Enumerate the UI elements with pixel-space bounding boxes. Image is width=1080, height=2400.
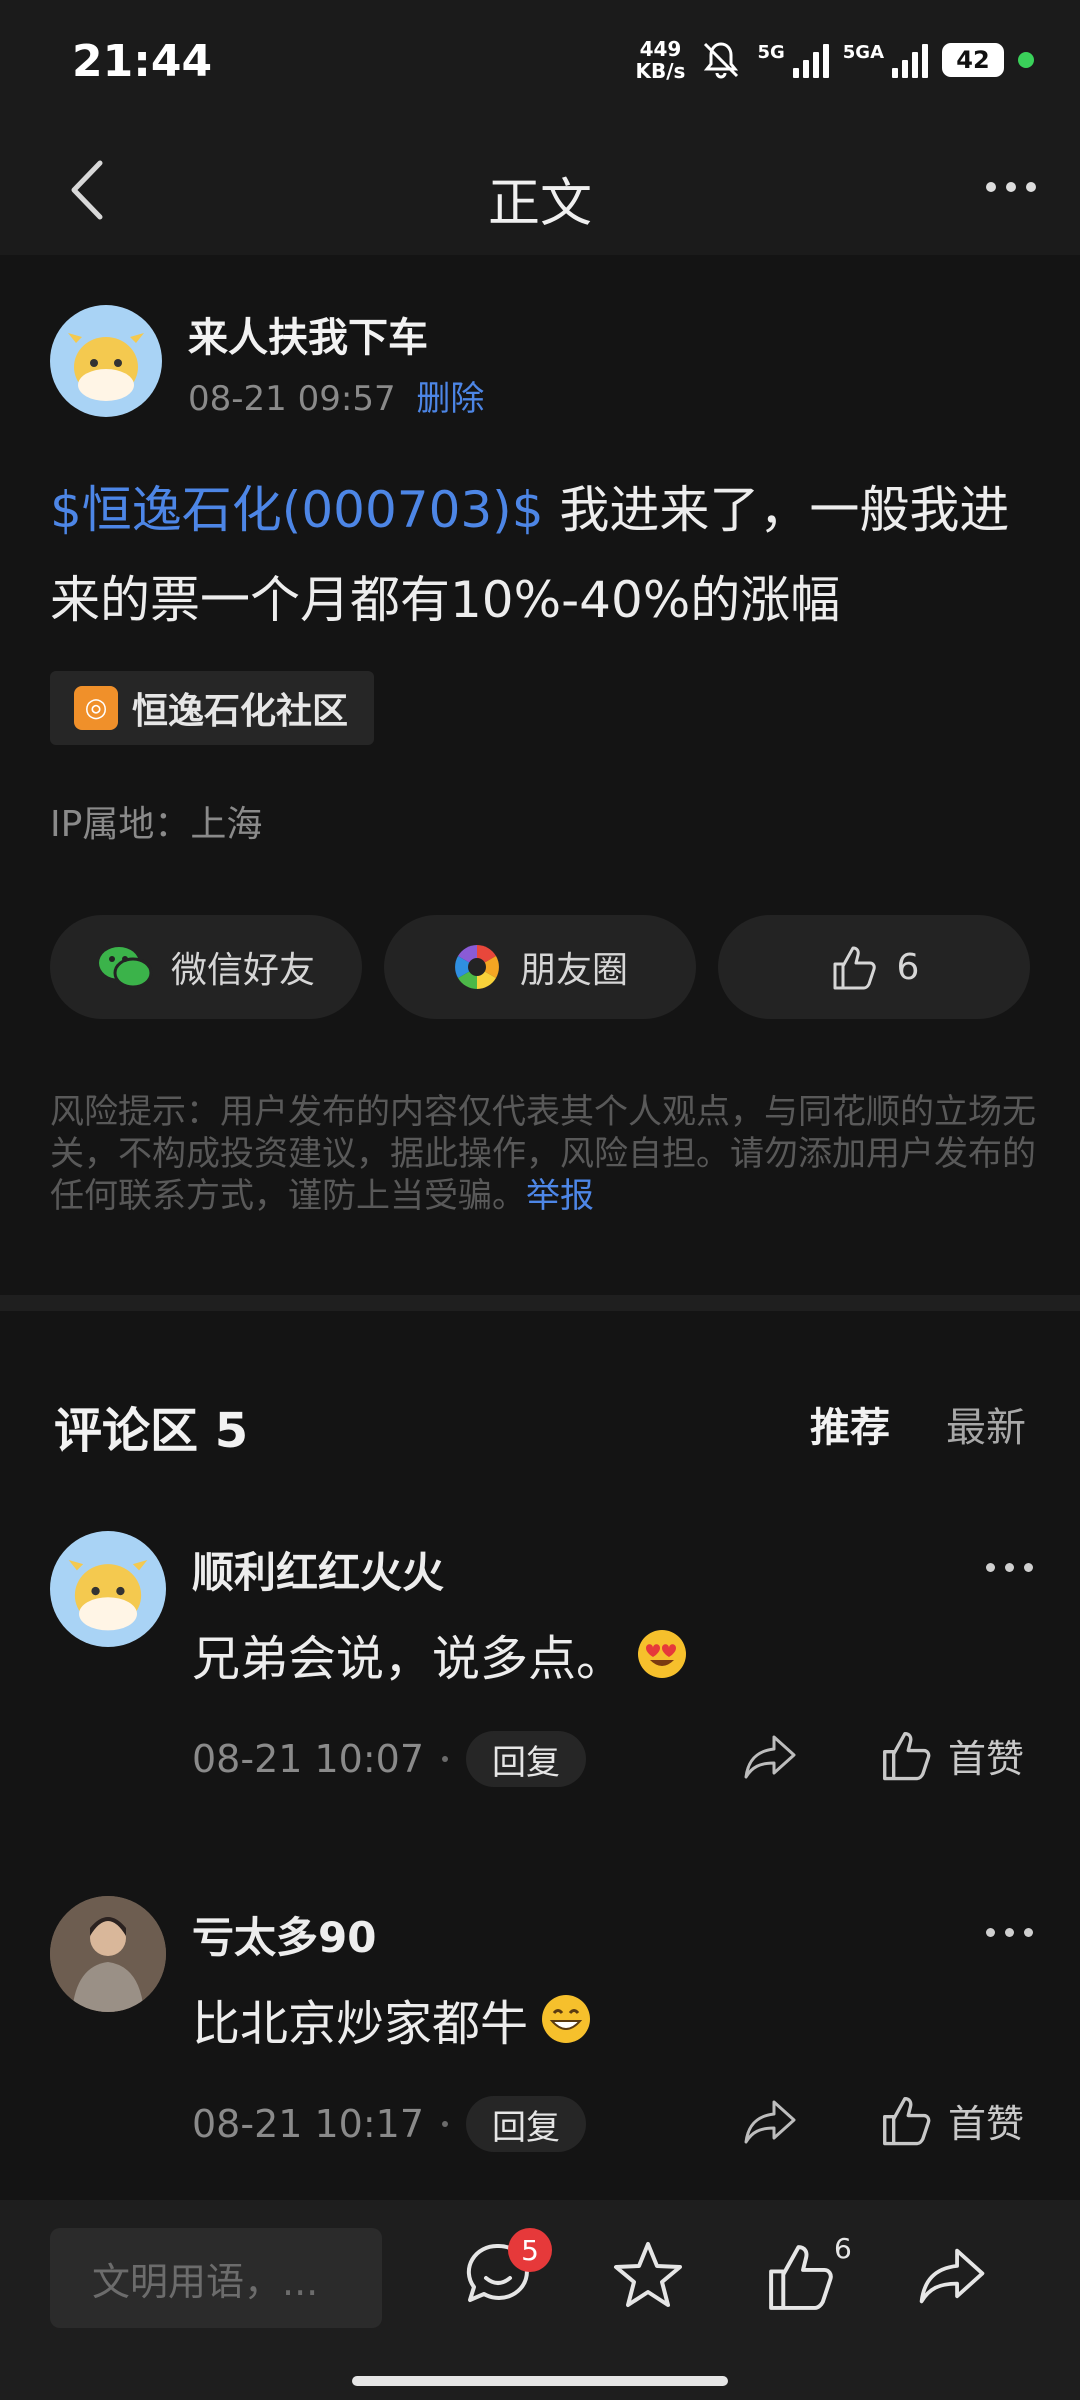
commenter-name[interactable]: 顺利红红火火 [192,1539,444,1600]
comment-datetime: 08-21 10:17 [192,2102,425,2146]
post-datetime: 08-21 09:57 [188,379,396,419]
network-speed: 449 KB/s [636,38,686,82]
person-photo-avatar-icon [50,1896,166,2012]
comment-item: 顺利红红火火 兄弟会说，说多点。 08-21 10:07 回复 首赞 [0,1531,1080,1871]
post-meta: 08-21 09:57 删除 [188,371,484,420]
share-arrow-icon[interactable] [740,2092,800,2152]
more-options-icon[interactable] [976,167,1046,207]
sim1-label: 5G [757,42,785,63]
comment-footer: 08-21 10:17 回复 [192,2096,587,2152]
bottom-like-count: 6 [834,2232,852,2265]
sort-latest-tab[interactable]: 最新 [946,1395,1026,1453]
share-row: 微信好友 朋友圈 6 [50,915,1030,1019]
moments-icon [455,945,499,989]
comment-like-button[interactable]: 首赞 [878,1727,1024,1783]
section-divider [0,1295,1080,1311]
sim2-label: 5GA [842,42,884,63]
reply-button[interactable]: 回复 [466,2096,587,2152]
thumbs-up-icon [883,1732,931,1781]
comment-more-icon[interactable] [974,1549,1044,1585]
comment-item: 亏太多90 比北京炒家都牛 08-21 10:17 回复 首赞 [0,1896,1080,2236]
comment-like-button[interactable]: 首赞 [878,2092,1024,2148]
comment-like-label: 首赞 [948,2101,1025,2146]
comment-text-body: 兄弟会说，说多点。 [192,1631,625,1687]
community-tag[interactable]: ◎ 恒逸石化社区 [50,671,375,745]
ip-location: IP属地：上海 [50,804,263,845]
reply-button[interactable]: 回复 [466,1731,587,1787]
home-indicator[interactable] [352,2376,728,2386]
comment-footer: 08-21 10:07 回复 [192,1731,587,1787]
thumbs-up-icon[interactable] [762,2238,838,2314]
separator-dot [442,1756,449,1762]
status-bar: 21:44 449 KB/s 5G 5GA 42 [0,0,1080,125]
share-wechat-button[interactable]: 微信好友 [50,915,362,1019]
share-arrow-icon[interactable] [740,1727,800,1787]
comment-text-body: 比北京炒家都牛 [192,1996,529,2052]
comment-text: 兄弟会说，说多点。 [192,1619,688,1689]
status-icons: 449 KB/s 5G 5GA 42 [636,38,1034,82]
forward-share-icon[interactable] [914,2238,990,2314]
comment-sort: 推荐 最新 [810,1395,1026,1453]
author-name[interactable]: 来人扶我下车 [188,305,428,363]
network-speed-unit: KB/s [635,59,686,83]
delete-link[interactable]: 删除 [416,379,484,419]
share-moments-button[interactable]: 朋友圈 [384,915,696,1019]
post-like-count: 6 [896,946,920,988]
bell-off-icon [704,42,739,79]
wechat-icon [98,947,153,989]
battery-icon: 42 [942,43,1004,77]
comment-more-icon[interactable] [974,1914,1044,1950]
risk-notice: 风险提示：用户发布的内容仅代表其个人观点，与同花顺的立场无关，不构成投资建议，据… [50,1091,1040,1217]
page-title: 正文 [487,174,592,234]
commenter-avatar[interactable] [50,1531,166,1647]
post-content: $恒逸石化(000703)$ 我进来了，一般我进来的票一个月都有10%-40%的… [50,465,1040,645]
comment-count-badge: 5 [508,2228,552,2272]
heart-eyes-emoji-icon [638,1630,687,1678]
thumbs-up-icon [833,946,876,990]
like-post-button[interactable]: 6 [718,915,1030,1019]
share-wechat-label: 微信好友 [170,950,315,991]
sort-recommend-tab[interactable]: 推荐 [810,1395,890,1453]
community-tag-label: 恒逸石化社区 [132,691,349,732]
stock-link[interactable]: $恒逸石化(000703)$ [50,481,544,539]
star-favorite-icon[interactable] [610,2238,686,2314]
network-speed-value: 449 [639,37,682,61]
share-moments-label: 朋友圈 [519,950,628,991]
report-link[interactable]: 举报 [526,1176,594,1216]
signal-sim2-icon: 5GA [843,42,928,78]
post: 来人扶我下车 08-21 09:57 删除 $恒逸石化(000703)$ 我进来… [0,255,1080,1295]
author-avatar[interactable] [50,305,162,417]
top-nav-bar: 正文 [0,125,1080,255]
cow-avatar-icon [68,1560,148,1631]
comment-like-label: 首赞 [948,1736,1025,1781]
comment-input[interactable]: 文明用语，... [50,2228,382,2328]
grin-emoji-icon [542,1995,591,2043]
signal-sim1-icon: 5G [757,42,829,78]
cow-avatar-icon [68,333,144,401]
comments-header: 评论区 5 [54,1403,249,1459]
comment-text: 比北京炒家都牛 [192,1984,592,2054]
thumbs-up-icon [883,2097,931,2146]
bottom-action-bar: 文明用语，... 5 6 [0,2200,1080,2400]
status-time: 21:44 [72,36,213,87]
community-icon: ◎ [74,686,118,730]
privacy-indicator-dot [1018,52,1034,68]
separator-dot [442,2121,449,2127]
comment-datetime: 08-21 10:07 [192,1737,425,1781]
commenter-name[interactable]: 亏太多90 [192,1904,376,1965]
commenter-avatar[interactable] [50,1896,166,2012]
